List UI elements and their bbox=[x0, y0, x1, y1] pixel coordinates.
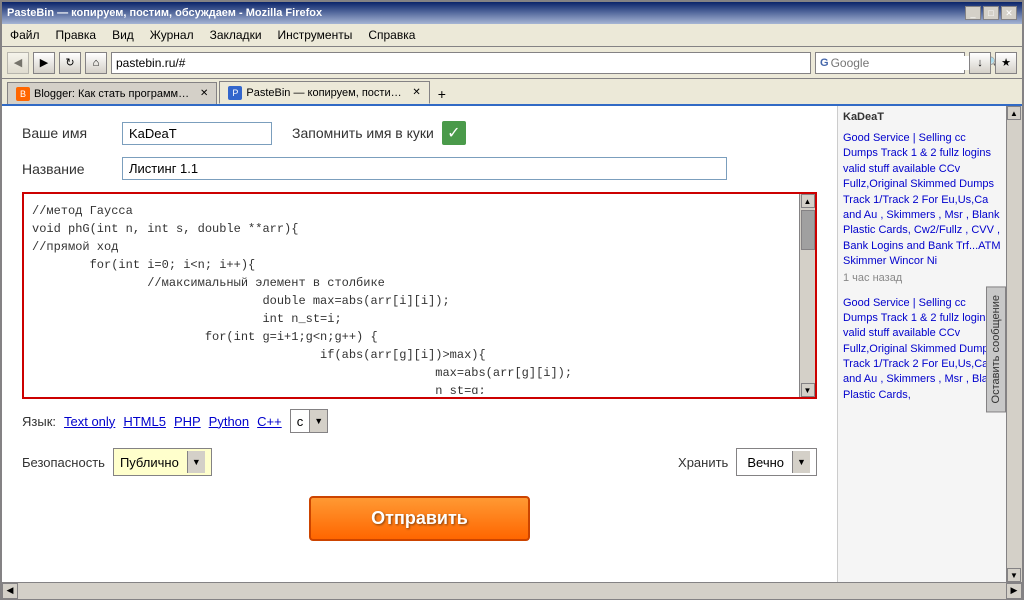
main-content: Ваше имя Запомнить имя в куки ✓ Название… bbox=[2, 106, 837, 582]
menu-file[interactable]: Файл bbox=[2, 26, 48, 44]
menu-edit[interactable]: Правка bbox=[48, 26, 105, 44]
sidebar-post-1-link[interactable]: Good Service | Selling cc Dumps Track 1 … bbox=[843, 131, 1002, 270]
menu-bookmarks[interactable]: Закладки bbox=[202, 26, 270, 44]
lang-option-python[interactable]: Python bbox=[209, 414, 249, 429]
forward-button[interactable]: ▶ bbox=[33, 52, 55, 74]
sidebar-scrollbar: ▲ ▼ bbox=[1006, 106, 1022, 582]
storage-dropdown-arrow[interactable]: ▼ bbox=[792, 451, 810, 473]
menu-tools[interactable]: Инструменты bbox=[270, 26, 361, 44]
tab-label-pastebin: PasteBin — копируем, постим, обсужда... bbox=[246, 87, 406, 99]
remember-area: Запомнить имя в куки ✓ bbox=[292, 121, 466, 145]
scroll-up-button[interactable]: ▲ bbox=[801, 194, 815, 208]
search-bar: G 🔍 bbox=[815, 52, 965, 74]
maximize-button[interactable]: □ bbox=[983, 6, 999, 20]
menu-help[interactable]: Справка bbox=[360, 26, 423, 44]
google-icon: G bbox=[820, 57, 829, 69]
address-bar bbox=[111, 52, 811, 74]
window-controls: _ □ ✕ bbox=[965, 6, 1017, 20]
lang-option-cpp[interactable]: C++ bbox=[257, 414, 282, 429]
download-button[interactable]: ↓ bbox=[969, 52, 991, 74]
security-value: Публично bbox=[120, 455, 179, 470]
security-dropdown-arrow[interactable]: ▼ bbox=[187, 451, 205, 473]
remember-checkbox[interactable]: ✓ bbox=[442, 121, 466, 145]
sidebar-post-2-link[interactable]: Good Service | Selling cc Dumps Track 1 … bbox=[843, 296, 1002, 404]
search-input[interactable] bbox=[831, 56, 986, 70]
sidebar-scroll-up[interactable]: ▲ bbox=[1007, 106, 1021, 120]
security-select[interactable]: Публично ▼ bbox=[113, 448, 212, 476]
minimize-button[interactable]: _ bbox=[965, 6, 981, 20]
storage-select[interactable]: Вечно ▼ bbox=[736, 448, 817, 476]
h-scroll-right[interactable]: ▶ bbox=[1006, 583, 1022, 599]
security-row: Безопасность Публично ▼ Хранить Вечно ▼ bbox=[22, 448, 817, 476]
tab-favicon-pastebin: P bbox=[228, 86, 242, 100]
tab-blogger[interactable]: B Blogger: Как стать программистом — Но.… bbox=[7, 82, 217, 104]
lang-option-html5[interactable]: HTML5 bbox=[123, 414, 166, 429]
tab-pastebin[interactable]: P PasteBin — копируем, постим, обсужда..… bbox=[219, 81, 429, 104]
title-input[interactable] bbox=[122, 157, 727, 180]
leave-message-tab[interactable]: Оставить сообщение bbox=[986, 286, 1006, 412]
tab-close-pastebin[interactable]: ✕ bbox=[412, 87, 420, 98]
storage-label: Хранить bbox=[678, 455, 728, 470]
h-scroll-track bbox=[18, 583, 1006, 599]
horizontal-scrollbar: ◀ ▶ bbox=[2, 582, 1022, 598]
code-area-wrapper: //метод Гаусса void phG(int n, int s, do… bbox=[22, 192, 817, 399]
sidebar-post-1-time: 1 час назад bbox=[843, 272, 1002, 284]
scroll-down-button[interactable]: ▼ bbox=[801, 383, 815, 397]
scroll-thumb[interactable] bbox=[801, 210, 815, 250]
title-row: Название bbox=[22, 157, 817, 180]
bookmark-button[interactable]: ★ bbox=[995, 52, 1017, 74]
lang-select[interactable]: с ▼ bbox=[290, 409, 329, 433]
menu-history[interactable]: Журнал bbox=[142, 26, 202, 44]
window-title: PasteBin — копируем, постим, обсуждаем -… bbox=[7, 7, 322, 19]
name-label: Ваше имя bbox=[22, 125, 122, 141]
home-button[interactable]: ⌂ bbox=[85, 52, 107, 74]
title-label: Название bbox=[22, 161, 122, 177]
h-scroll-left[interactable]: ◀ bbox=[2, 583, 18, 599]
security-left: Безопасность Публично ▼ bbox=[22, 448, 212, 476]
name-row: Ваше имя Запомнить имя в куки ✓ bbox=[22, 121, 817, 145]
lang-option-textonly[interactable]: Text only bbox=[64, 414, 115, 429]
address-input[interactable] bbox=[116, 56, 806, 70]
tabs-bar: B Blogger: Как стать программистом — Но.… bbox=[2, 79, 1022, 106]
sidebar-username: KaDeaT bbox=[843, 111, 1002, 123]
lang-dropdown-arrow[interactable]: ▼ bbox=[309, 410, 327, 432]
new-tab-button[interactable]: + bbox=[432, 84, 452, 104]
storage-value: Вечно bbox=[743, 453, 788, 472]
lang-option-php[interactable]: PHP bbox=[174, 414, 201, 429]
tab-favicon-blogger: B bbox=[16, 87, 30, 101]
sidebar-scroll-down[interactable]: ▼ bbox=[1007, 568, 1021, 582]
code-textarea[interactable]: //метод Гаусса void phG(int n, int s, do… bbox=[24, 194, 799, 394]
lang-label: Язык: bbox=[22, 414, 56, 429]
storage-right: Хранить Вечно ▼ bbox=[678, 448, 817, 476]
refresh-button[interactable]: ↻ bbox=[59, 52, 81, 74]
tab-close-blogger[interactable]: ✕ bbox=[200, 88, 208, 99]
security-label: Безопасность bbox=[22, 455, 105, 470]
lang-selected-value: с bbox=[291, 412, 310, 431]
name-input[interactable] bbox=[122, 122, 272, 145]
menu-view[interactable]: Вид bbox=[104, 26, 142, 44]
menu-bar: Файл Правка Вид Журнал Закладки Инструме… bbox=[2, 24, 1022, 47]
tab-label-blogger: Blogger: Как стать программистом — Но... bbox=[34, 88, 194, 100]
sidebar-scroll-track bbox=[1007, 120, 1022, 568]
lang-row: Язык: Text only HTML5 PHP Python C++ с ▼ bbox=[22, 409, 817, 433]
toolbar: ◀ ▶ ↻ ⌂ G 🔍 ↓ ★ bbox=[2, 47, 1022, 79]
right-sidebar: KaDeaT Good Service | Selling cc Dumps T… bbox=[837, 106, 1022, 582]
title-bar: PasteBin — копируем, постим, обсуждаем -… bbox=[2, 2, 1022, 24]
close-button[interactable]: ✕ bbox=[1001, 6, 1017, 20]
code-scrollbar: ▲ ▼ bbox=[799, 194, 815, 397]
content-area: Ваше имя Запомнить имя в куки ✓ Название… bbox=[2, 106, 1022, 582]
back-button[interactable]: ◀ bbox=[7, 52, 29, 74]
remember-label: Запомнить имя в куки bbox=[292, 125, 434, 141]
browser-window: PasteBin — копируем, постим, обсуждаем -… bbox=[0, 0, 1024, 600]
submit-button[interactable]: Отправить bbox=[309, 496, 530, 541]
